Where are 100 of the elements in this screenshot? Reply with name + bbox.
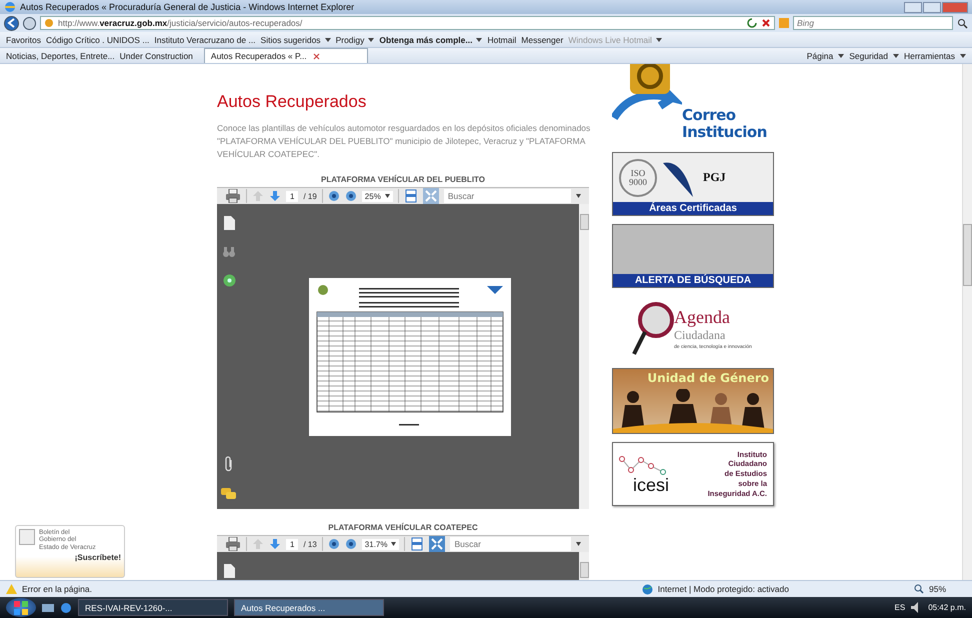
caret-icon[interactable] (892, 54, 899, 58)
favorite-link[interactable]: Sitios sugeridos (260, 34, 331, 44)
certified-areas-banner[interactable]: ISO 9000 PGJ Áreas Certificadas (612, 152, 774, 216)
start-button[interactable] (6, 598, 36, 617)
caret-icon[interactable] (324, 38, 331, 42)
pages-icon[interactable] (224, 564, 234, 578)
iso-seal: ISO 9000 (619, 158, 657, 196)
expand-icon (431, 538, 444, 550)
banner-caption: ALERTA DE BÚSQUEDA (613, 274, 773, 287)
window-title: Autos Recuperados « Procuraduría General de Justicia - Windows Internet Explorer (20, 2, 354, 12)
maximize-button[interactable] (923, 2, 941, 12)
taskbar-button[interactable]: RES-IVAI-REV-1260-... (78, 599, 228, 616)
subscribe-link[interactable]: ¡Suscríbete! (74, 553, 121, 562)
zoom-out-icon[interactable] (328, 190, 340, 202)
agenda-title: Agenda (674, 306, 731, 328)
viewer-scrollbar[interactable] (579, 204, 589, 509)
find-field[interactable]: Buscar (450, 537, 571, 551)
caret-icon[interactable] (576, 542, 581, 546)
page-number-field[interactable]: 1 (286, 538, 298, 550)
zoom-in-icon[interactable] (344, 190, 357, 202)
close-button[interactable] (942, 2, 968, 12)
next-page-icon[interactable] (269, 190, 281, 202)
zoom-level[interactable]: 95% (928, 584, 946, 594)
address-field[interactable]: http://www.veracruz.gob.mx/justicia/servicio/autos-recuperados/ (40, 16, 775, 30)
warning-icon (6, 584, 17, 594)
search-provider-icon (779, 18, 789, 28)
zoom-out-icon[interactable] (328, 538, 340, 550)
command-menu[interactable]: Seguridad (849, 50, 888, 60)
command-menu[interactable]: Página (806, 50, 834, 60)
help-icon[interactable] (222, 274, 236, 287)
fit-width-icon[interactable] (404, 189, 418, 203)
document-title: PLATAFORMA VEHÍCULAR DEL PUEBLITO (320, 175, 486, 184)
paperclip-icon[interactable] (224, 456, 234, 472)
quick-link[interactable]: Noticias, Deportes, Entrete... (6, 50, 115, 60)
globe-icon (642, 584, 653, 594)
windows-logo-icon (14, 600, 28, 614)
favorite-link[interactable]: Hotmail (487, 34, 516, 44)
icesi-logo: icesi (632, 476, 669, 494)
document-title: PLATAFORMA VEHÍCULAR COATEPEC (327, 523, 479, 532)
refresh-icon (747, 18, 757, 28)
caret-icon[interactable] (960, 54, 966, 58)
print-icon[interactable] (225, 189, 241, 203)
expand-icon (424, 190, 437, 202)
favorite-link[interactable]: Obtenga más comple... (379, 34, 482, 44)
favorite-link[interactable]: Messenger (521, 34, 564, 44)
search-field[interactable]: Bing (793, 16, 953, 30)
caret-icon[interactable] (476, 38, 482, 42)
back-button[interactable] (4, 16, 19, 30)
page-number-field[interactable]: 1 (286, 190, 298, 202)
line-graph-icon (619, 454, 669, 476)
zoom-dropdown[interactable]: 31.7% (362, 538, 400, 550)
fit-width-icon[interactable] (410, 537, 424, 551)
security-zone[interactable]: Internet | Modo protegido: activado (658, 584, 789, 594)
caret-icon[interactable] (838, 54, 844, 58)
minimize-button[interactable] (904, 2, 922, 12)
desktop-icon[interactable] (42, 602, 54, 614)
status-message[interactable]: Error en la página. (22, 584, 92, 594)
mail-banner[interactable]: Correo Institucion (612, 64, 777, 144)
banner-caption: Áreas Certificadas (613, 202, 773, 215)
browser-logo-icon (4, 1, 16, 13)
newsletter-picture (19, 529, 35, 545)
forward-button[interactable] (23, 16, 36, 30)
pages-icon[interactable] (224, 216, 234, 230)
command-menu[interactable]: Herramientas (904, 50, 955, 60)
favorite-link[interactable]: Prodigy (336, 34, 374, 44)
browser-icon[interactable] (60, 602, 72, 614)
zoom-in-icon[interactable] (344, 538, 357, 550)
comments-icon[interactable] (221, 488, 237, 501)
zoom-icon[interactable] (914, 584, 924, 594)
favorite-link[interactable]: Instituto Veracruzano de ... (154, 34, 256, 44)
page-heading: Autos Recuperados (217, 92, 368, 112)
search-icon[interactable] (957, 18, 968, 28)
search-alert-banner[interactable]: ALERTA DE BÚSQUEDA (612, 224, 774, 288)
language-indicator[interactable]: ES (894, 603, 906, 612)
mail-banner-text: Correo Institucion (682, 107, 767, 140)
caret-icon (384, 194, 390, 198)
clock[interactable]: 05:42 p.m. (928, 603, 966, 612)
browser-tab[interactable]: Autos Recuperados « P... (204, 48, 368, 63)
page-total: / 19 (303, 192, 317, 200)
caret-icon[interactable] (368, 38, 374, 42)
taskbar-button[interactable]: Autos Recuperados ... (234, 599, 384, 616)
agenda-subtitle: Ciudadana (674, 328, 726, 342)
magnifier-drawing (632, 300, 674, 356)
page-total: / 13 (303, 540, 317, 548)
caret-icon[interactable] (576, 194, 581, 198)
page-icon (44, 18, 54, 28)
next-page-icon[interactable] (269, 538, 281, 550)
favorite-link[interactable]: Código Crítico . UNIDOS ... (46, 34, 150, 44)
print-icon[interactable] (225, 537, 241, 551)
banner-caption: Unidad de Género (646, 370, 770, 385)
zoom-dropdown[interactable]: 25% (362, 190, 393, 202)
caret-icon (391, 542, 396, 546)
quick-link[interactable]: Under Construction (120, 50, 193, 60)
favorites-button[interactable]: Favoritos (6, 34, 41, 44)
find-field[interactable]: Buscar (444, 189, 571, 203)
page-scrollbar[interactable] (962, 64, 972, 580)
fit-page-button[interactable] (429, 536, 446, 552)
close-icon[interactable] (312, 52, 320, 60)
pgj-logo: PGJ (703, 170, 726, 185)
stop-icon (761, 18, 771, 28)
